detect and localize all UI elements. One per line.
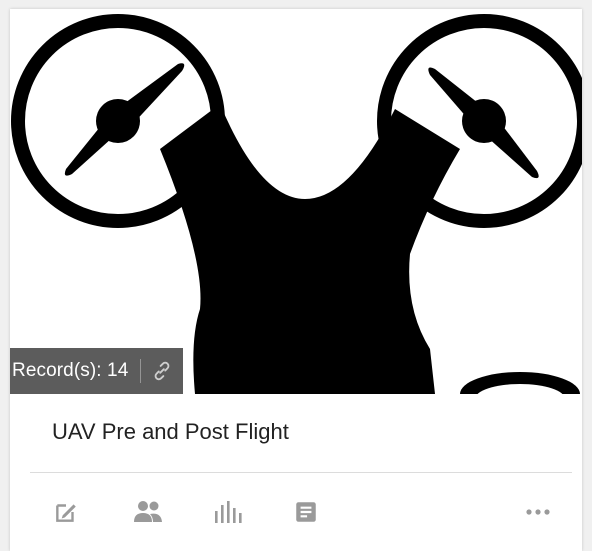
overlay-divider bbox=[140, 359, 142, 383]
drone-icon bbox=[11, 14, 582, 394]
card-actions bbox=[10, 494, 582, 538]
divider bbox=[30, 472, 572, 473]
stats-button[interactable] bbox=[209, 494, 245, 530]
edit-icon bbox=[53, 499, 79, 525]
link-icon[interactable] bbox=[151, 360, 173, 382]
bar-chart-icon bbox=[212, 499, 242, 525]
share-button[interactable] bbox=[130, 494, 166, 530]
people-icon bbox=[132, 498, 164, 526]
details-button[interactable] bbox=[288, 494, 324, 530]
survey-thumbnail[interactable]: Record(s): 14 bbox=[10, 9, 582, 394]
survey-title[interactable]: UAV Pre and Post Flight bbox=[52, 419, 289, 445]
record-count-overlay: Record(s): 14 bbox=[10, 348, 184, 394]
more-icon bbox=[524, 507, 552, 517]
edit-button[interactable] bbox=[48, 494, 84, 530]
document-icon bbox=[293, 499, 319, 525]
record-count-label: Record(s): 14 bbox=[12, 360, 129, 381]
survey-card: Record(s): 14 UAV Pre and Post Flight bbox=[10, 9, 582, 551]
more-button[interactable] bbox=[520, 494, 556, 530]
